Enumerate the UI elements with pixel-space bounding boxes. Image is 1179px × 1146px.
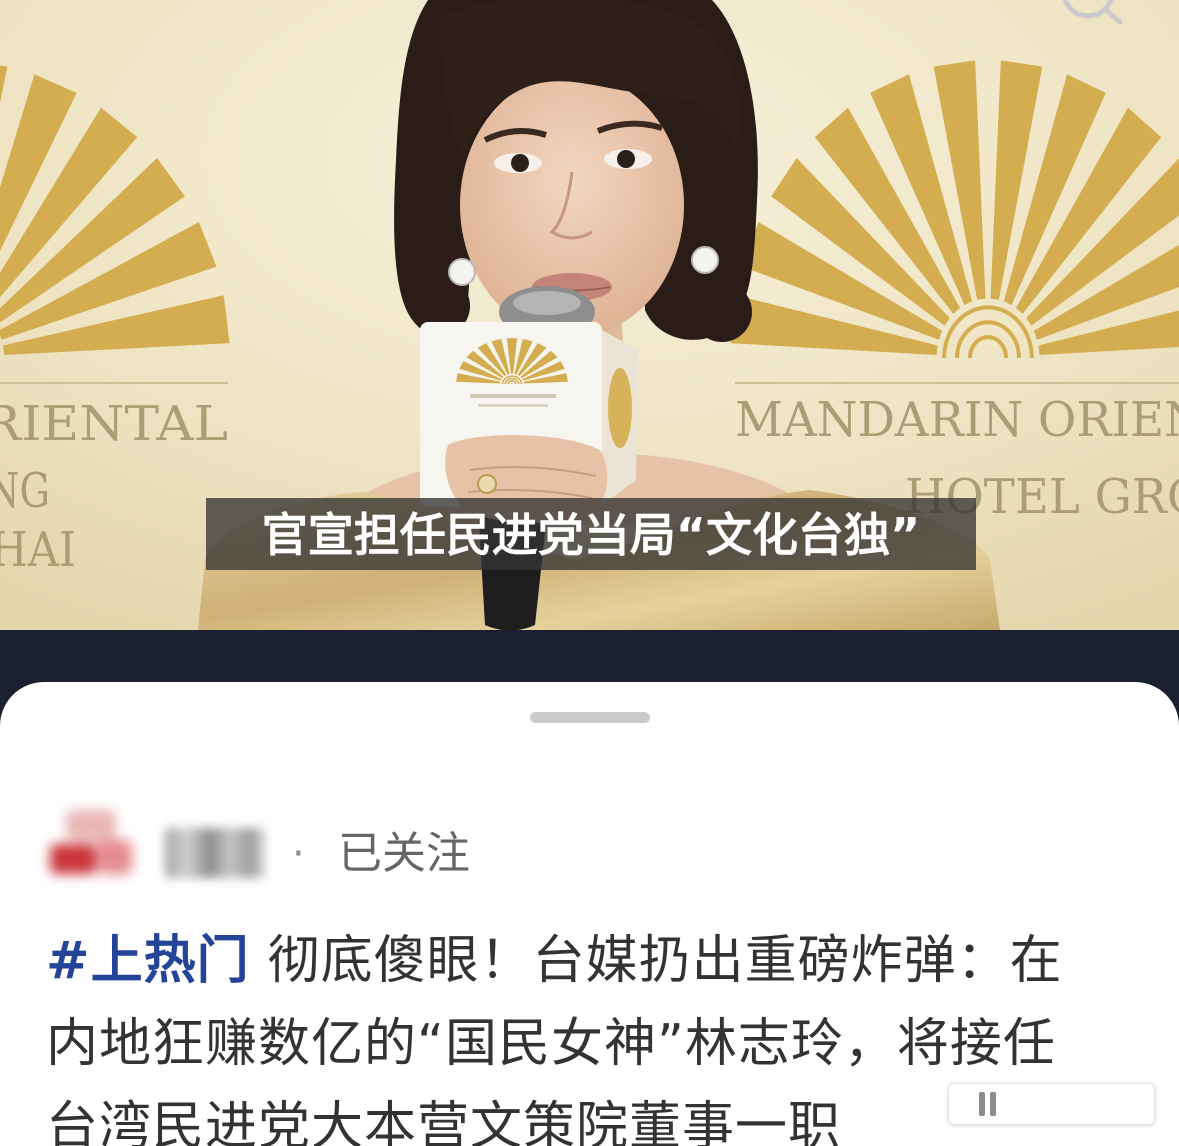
post-line: #上热门 彻底傻眼！台媒扔出重磅炸弹：在: [46, 920, 1156, 1003]
watermark-logo: [948, 1083, 1155, 1125]
earring: [691, 246, 719, 274]
video-frame[interactable]: RIENTAL NG HAI MANDARIN ORIEN HOTEL GRO: [0, 0, 1179, 630]
author-name-blurred[interactable]: [165, 828, 265, 878]
app-screen: RIENTAL NG HAI MANDARIN ORIEN HOTEL GRO: [0, 0, 1179, 1146]
pupil: [511, 154, 529, 172]
mic-flag-fine-print: [470, 394, 556, 398]
mic-grille-highlight: [513, 291, 581, 315]
pupil: [617, 150, 635, 168]
video-image: RIENTAL NG HAI MANDARIN ORIEN HOTEL GRO: [0, 0, 1179, 630]
follow-separator: ·: [292, 831, 305, 877]
backdrop-text: NG: [0, 463, 50, 519]
hashtag-link[interactable]: #上热门: [46, 931, 250, 991]
subtitle-text: 官宣担任民进党当局“文化台独”: [262, 508, 920, 562]
post-body-text: 内地狂赚数亿的“国民女神”林志玲，将接任: [46, 1014, 1056, 1074]
mic-flag-side-logo: [608, 368, 632, 448]
earring: [448, 258, 476, 286]
backdrop-text: MANDARIN ORIEN: [735, 392, 1179, 448]
backdrop-text: RIENTAL: [0, 396, 228, 452]
follow-status[interactable]: 已关注: [338, 824, 470, 884]
mic-flag-fine-print: [478, 404, 548, 407]
hair-curl: [692, 282, 752, 342]
drag-handle[interactable]: [530, 712, 650, 723]
post-body-text: 台湾民进党大本营文策院董事一职: [46, 1097, 842, 1146]
ring: [477, 474, 497, 494]
post-body-text: 彻底傻眼！台媒扔出重磅炸弹：在: [267, 931, 1063, 991]
avatar[interactable]: [36, 804, 142, 884]
backdrop-text: HAI: [0, 522, 76, 578]
post-line: 内地狂赚数亿的“国民女神”林志玲，将接任: [46, 1003, 1156, 1086]
post-sheet: · 已关注 #上热门 彻底傻眼！台媒扔出重磅炸弹：在 内地狂赚数亿的“国民女神”林…: [0, 682, 1179, 1146]
